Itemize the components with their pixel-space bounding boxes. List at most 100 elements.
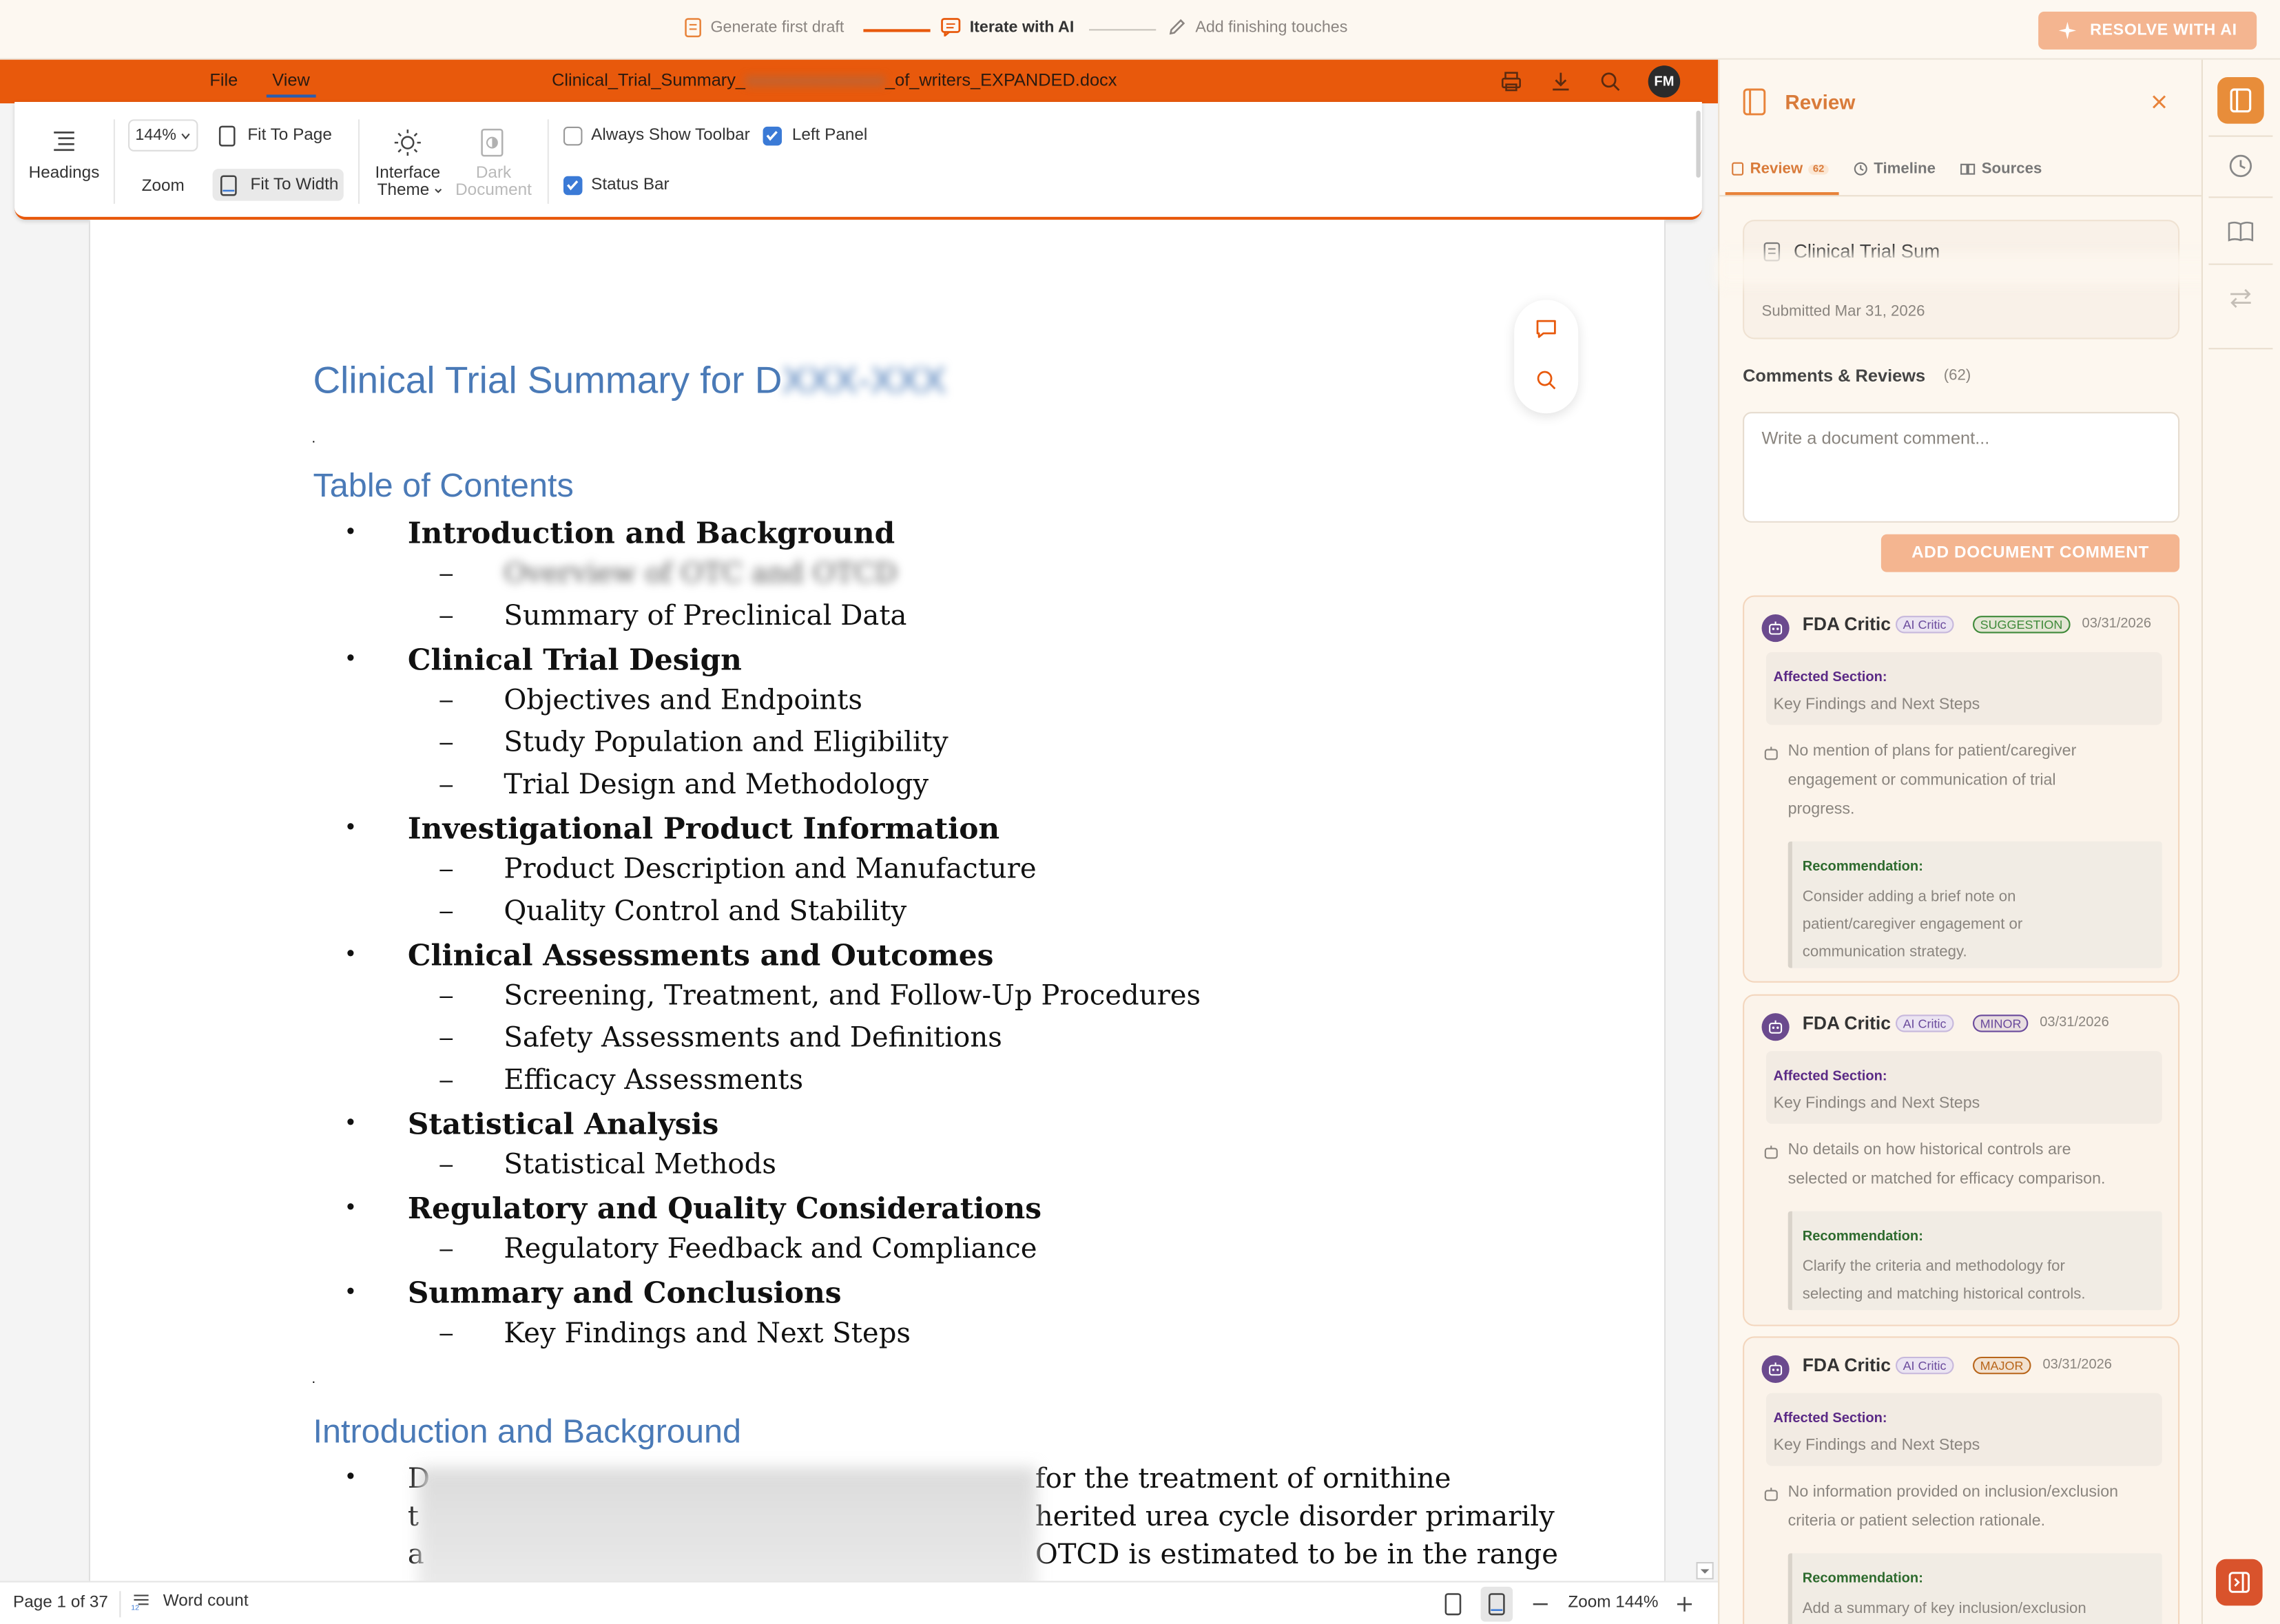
step-finishing-touches[interactable]: Add finishing touches	[1168, 17, 1347, 36]
toc-subitem[interactable]: Regulatory Feedback and Compliance	[504, 1233, 1037, 1265]
toc-dash: –	[439, 899, 453, 925]
word-count-button[interactable]: 12 Word count	[131, 1591, 249, 1611]
fit-to-page-button[interactable]: Fit To Page	[213, 119, 346, 152]
review-card[interactable]: FDA Critic AI Critic MAJOR 03/31/2026 Affect…	[1743, 1336, 2180, 1624]
toc-bullet: •	[346, 646, 355, 672]
review-card[interactable]: FDA Critic AI Critic MINOR 03/31/2026 Affect…	[1743, 994, 2180, 1326]
search-icon[interactable]	[1599, 70, 1622, 93]
dark-document-button[interactable]: Dark Document	[451, 123, 536, 204]
headings-button[interactable]: Headings	[23, 123, 105, 187]
toc-subitem[interactable]: Safety Assessments and Definitions	[504, 1022, 1002, 1054]
interface-theme-button[interactable]: Interface Theme	[370, 123, 446, 204]
tab-review[interactable]: Review 62	[1731, 160, 1829, 178]
book-icon[interactable]	[2226, 220, 2255, 243]
status-bar-checkbox[interactable]	[563, 176, 583, 196]
active-menu-underline	[266, 94, 316, 98]
toc-item[interactable]: Regulatory and Quality Considerations	[408, 1191, 1041, 1226]
toc-subitem[interactable]: Objectives and Endpoints	[504, 684, 862, 716]
user-avatar[interactable]: FM	[1648, 65, 1681, 98]
toc-item[interactable]: Clinical Trial Design	[408, 642, 742, 677]
step-iterate-ai[interactable]: Iterate with AI	[940, 17, 1075, 37]
toc-subitem[interactable]: Study Population and Eligibility	[504, 727, 948, 759]
zoom-in-icon[interactable]	[1675, 1594, 1695, 1614]
toc-dash: –	[439, 561, 453, 587]
clock-icon[interactable]	[2228, 153, 2254, 179]
toc-dash: –	[439, 1068, 453, 1094]
tab-sources[interactable]: Sources	[1960, 160, 2042, 178]
toc-item[interactable]: Statistical Analysis	[408, 1106, 719, 1141]
review-date: 03/31/2026	[2082, 616, 2152, 632]
fit-to-width-button[interactable]: Fit To Width	[212, 169, 344, 201]
document-title-text: Clinical Trial Summary for D	[313, 357, 783, 402]
scroll-down-arrow[interactable]	[1696, 1561, 1714, 1580]
comment-icon[interactable]	[1535, 317, 1558, 341]
search-icon[interactable]	[1535, 368, 1558, 392]
affected-section: Affected Section: Key Findings and Next S…	[1765, 1393, 2162, 1466]
robot-icon	[1764, 1145, 1778, 1159]
title-redacted: XXX-XXX	[782, 357, 946, 402]
zoom-value: 144%	[135, 126, 176, 145]
close-icon[interactable]	[2151, 93, 2168, 110]
toc-subitem[interactable]: Key Findings and Next Steps	[504, 1318, 911, 1350]
toc-subitem[interactable]: Efficacy Assessments	[504, 1064, 803, 1096]
add-document-comment-button[interactable]: ADD DOCUMENT COMMENT	[1880, 534, 2180, 572]
print-icon[interactable]	[1500, 70, 1523, 93]
toolbar-scrollbar[interactable]	[1696, 110, 1701, 178]
status-divider	[119, 1591, 121, 1618]
rail-divider	[2208, 135, 2273, 137]
toc-item[interactable]: Clinical Assessments and Outcomes	[408, 937, 994, 972]
theme-label: Theme	[377, 182, 430, 200]
comment-textarea[interactable]: Write a document comment...	[1743, 412, 2180, 523]
toc-item[interactable]: Investigational Product Information	[408, 811, 999, 846]
severity-badge: SUGGESTION	[1973, 616, 2070, 634]
document-label: Document	[455, 182, 532, 200]
toc-subitem-redacted[interactable]: Overview of OTC and OTCD	[504, 558, 897, 590]
menu-file[interactable]: File	[209, 70, 238, 90]
zoom-select[interactable]: 144%	[128, 119, 198, 152]
toc-dash: –	[439, 604, 453, 629]
toc-dash: –	[439, 731, 453, 756]
always-show-toolbar-checkbox[interactable]	[563, 126, 583, 146]
fit-width-view-button[interactable]	[1480, 1586, 1513, 1622]
page-view-icon[interactable]	[1443, 1592, 1464, 1616]
toc-item[interactable]: Introduction and Background	[408, 515, 895, 550]
fit-to-page-label: Fit To Page	[247, 126, 332, 145]
zoom-out-icon[interactable]	[1530, 1594, 1551, 1614]
toc-subitem[interactable]: Product Description and Manufacture	[504, 853, 1036, 886]
toc-dash: –	[439, 1153, 453, 1178]
review-author: FDA Critic	[1802, 1355, 1891, 1376]
issue-text: selected or matched for efficacy compari…	[1787, 1170, 2106, 1188]
toc-subitem[interactable]: Summary of Preclinical Data	[504, 600, 906, 632]
comments-heading: Comments & Reviews	[1743, 365, 1926, 386]
toc-subitem[interactable]: Quality Control and Stability	[504, 895, 906, 928]
toc-bullet: •	[346, 1279, 355, 1304]
review-card[interactable]: FDA Critic AI Critic SUGGESTION 03/31/2026 A…	[1743, 595, 2180, 983]
toc-subitem[interactable]: Screening, Treatment, and Follow-Up Proc…	[504, 980, 1201, 1012]
toc-dash: –	[439, 1322, 453, 1347]
left-panel-checkbox[interactable]	[763, 126, 783, 146]
tab-label: Timeline	[1874, 160, 1936, 178]
document-card[interactable]: Clinical Trial Sum Submitted Mar 31, 202…	[1714, 220, 2239, 340]
resolve-with-ai-button[interactable]: RESOLVE WITH AI	[2038, 11, 2257, 50]
recommendation-text: communication strategy.	[1802, 943, 1967, 961]
tab-timeline[interactable]: Timeline	[1854, 160, 1936, 178]
word-count-label: Word count	[163, 1592, 249, 1610]
review-panel: Review Review 62 Timeline Sources Clinic…	[1714, 59, 2239, 1624]
toc-item[interactable]: Summary and Conclusions	[408, 1276, 842, 1311]
affected-value: Key Findings and Next Steps	[1773, 1437, 1980, 1455]
toc-dash: –	[439, 1237, 453, 1262]
download-icon[interactable]	[1549, 70, 1573, 93]
collapse-panel-button[interactable]	[2216, 1559, 2263, 1606]
rail-review-button[interactable]	[2217, 77, 2264, 124]
paragraph-mark: .	[311, 430, 316, 447]
menu-view[interactable]: View	[272, 70, 310, 90]
review-author: FDA Critic	[1802, 1013, 1891, 1034]
zoom-label: Zoom	[141, 177, 185, 196]
toc-subitem[interactable]: Trial Design and Methodology	[504, 769, 929, 801]
step-label: Iterate with AI	[969, 18, 1075, 36]
step-generate-draft[interactable]: Generate first draft	[684, 17, 844, 38]
toc-bullet: •	[346, 519, 355, 545]
affected-label: Affected Section:	[1773, 1068, 1887, 1085]
toc-subitem[interactable]: Statistical Methods	[504, 1149, 776, 1181]
swap-icon[interactable]	[2228, 287, 2254, 310]
